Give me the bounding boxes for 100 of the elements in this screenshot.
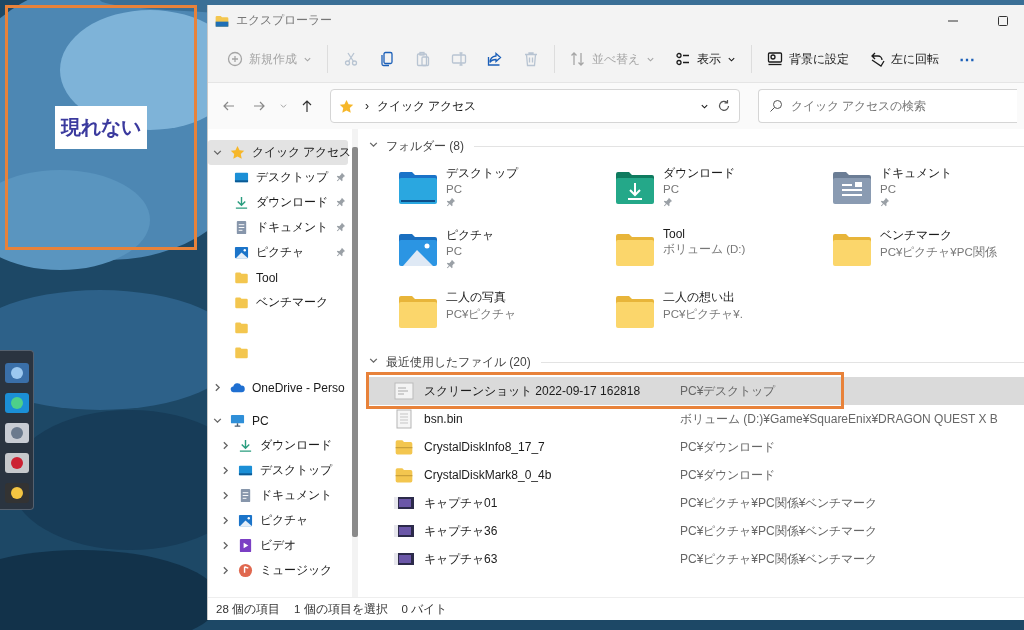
desktop-folder-icon bbox=[398, 171, 438, 205]
app-icon[interactable] bbox=[2, 421, 31, 445]
monitor-icon bbox=[230, 413, 245, 428]
music-icon bbox=[238, 563, 253, 578]
item-count: 28 個の項目 bbox=[216, 601, 280, 617]
trash-icon bbox=[523, 51, 539, 67]
folder-icon bbox=[615, 295, 655, 329]
sidebar-item[interactable]: ミュージック bbox=[208, 558, 348, 583]
folder-name[interactable]: Tool bbox=[663, 227, 746, 241]
sidebar-item[interactable]: ドキュメント bbox=[208, 215, 348, 240]
maximize-icon bbox=[998, 15, 1008, 26]
document-icon bbox=[394, 409, 414, 429]
folder-name[interactable]: 二人の想い出 bbox=[663, 289, 743, 306]
folder-icon bbox=[214, 13, 230, 28]
sidebar-item[interactable]: OneDrive - Perso bbox=[208, 375, 348, 400]
address-path: クイック アクセス bbox=[377, 97, 478, 115]
window-title: エクスプローラー bbox=[236, 12, 333, 29]
file-row[interactable]: キャプチャ36 PC¥ピクチャ¥PC関係¥ベンチマーク bbox=[368, 517, 1024, 545]
sidebar-item[interactable]: ドキュメント bbox=[208, 483, 348, 508]
folder-name[interactable]: デスクトップ bbox=[446, 165, 518, 182]
download-folder-icon bbox=[615, 171, 655, 205]
sidebar-item[interactable]: ダウンロード bbox=[208, 190, 348, 215]
rotate-left-icon bbox=[869, 51, 885, 67]
file-name: スクリーンショット 2022-09-17 162818 bbox=[423, 382, 642, 400]
file-row[interactable]: bsn.bin ボリューム (D:)¥Game¥SquareEnix¥DRAGON QUEST X B bbox=[368, 405, 1024, 433]
address-bar[interactable]: › クイック アクセス bbox=[330, 89, 740, 123]
search-icon bbox=[769, 99, 783, 113]
up-arrow-icon bbox=[300, 99, 314, 113]
folder-location: PC bbox=[446, 183, 463, 195]
folder-name[interactable]: ピクチャ bbox=[446, 227, 494, 244]
scrollbar-thumb[interactable] bbox=[352, 147, 358, 537]
pictures-folder-icon bbox=[398, 233, 438, 267]
pin-icon bbox=[446, 197, 456, 207]
search-field[interactable]: クイック アクセスの検索 bbox=[758, 89, 1017, 123]
star-icon bbox=[230, 145, 245, 160]
folder-icon bbox=[234, 345, 249, 360]
file-row[interactable]: スクリーンショット 2022-09-17 162818 PC¥デスクトップ bbox=[368, 377, 1024, 405]
cloud-icon bbox=[230, 380, 245, 395]
sidebar-item[interactable]: デスクトップ bbox=[208, 165, 348, 190]
rotate-left-button[interactable]: 左に回転 bbox=[860, 42, 948, 76]
sidebar-item[interactable]: Tool bbox=[208, 265, 348, 290]
pin-icon bbox=[336, 196, 346, 207]
sidebar-item[interactable]: ピクチャ bbox=[208, 240, 348, 265]
app-icon[interactable] bbox=[2, 481, 31, 505]
section-header: 最近使用したファイル (20) bbox=[386, 353, 531, 371]
set-background-button[interactable]: 背景に設定 bbox=[758, 42, 858, 76]
selection-count: 1 個の項目を選択 bbox=[294, 601, 388, 617]
folder-name[interactable]: ドキュメント bbox=[880, 165, 952, 182]
sidebar-item[interactable]: PC bbox=[208, 408, 348, 433]
back-arrow-icon bbox=[222, 99, 236, 113]
image-file-icon bbox=[394, 381, 414, 401]
pin-icon bbox=[663, 197, 673, 207]
folder-location: PC¥ピクチャ bbox=[446, 307, 517, 322]
folder-name[interactable]: 二人の写真 bbox=[446, 289, 517, 306]
download-icon bbox=[238, 438, 253, 453]
sidebar-item[interactable]: ビデオ bbox=[208, 533, 348, 558]
clipboard-icon bbox=[415, 51, 431, 67]
file-row[interactable]: キャプチャ63 PC¥ピクチャ¥PC関係¥ベンチマーク bbox=[368, 545, 1024, 573]
breadcrumb-separator: › bbox=[365, 99, 369, 113]
file-row[interactable]: キャプチャ01 PC¥ピクチャ¥PC関係¥ベンチマーク bbox=[368, 489, 1024, 517]
sidebar-item[interactable]: ベンチマーク bbox=[208, 290, 348, 315]
share-icon bbox=[487, 51, 503, 67]
section-header: フォルダー (8) bbox=[386, 137, 464, 155]
folder-icon bbox=[394, 465, 414, 485]
picture-icon bbox=[234, 245, 249, 260]
file-location: PC¥ダウンロード bbox=[680, 466, 777, 484]
sidebar-item[interactable]: ダウンロード bbox=[208, 433, 348, 458]
folder-location: PC bbox=[446, 245, 463, 257]
documents-folder-icon bbox=[832, 171, 872, 205]
file-name: キャプチャ63 bbox=[423, 550, 499, 568]
app-icon[interactable] bbox=[2, 361, 31, 385]
more-button[interactable]: ⋯ bbox=[950, 42, 984, 76]
file-location: PC¥ピクチャ¥PC関係¥ベンチマーク bbox=[680, 550, 879, 568]
view-button[interactable]: 表示 bbox=[666, 42, 745, 76]
pin-icon bbox=[336, 246, 346, 257]
folder-icon bbox=[615, 233, 655, 267]
folder-icon bbox=[398, 295, 438, 329]
refresh-icon[interactable] bbox=[717, 99, 731, 113]
folder-icon bbox=[234, 295, 249, 310]
folder-icon bbox=[234, 320, 249, 335]
file-location: PC¥デスクトップ bbox=[680, 382, 777, 400]
sidebar-item[interactable]: ピクチャ bbox=[208, 508, 348, 533]
document-icon bbox=[238, 488, 253, 503]
list-view-icon bbox=[675, 51, 691, 67]
file-row[interactable]: CrystalDiskMark8_0_4b PC¥ダウンロード bbox=[368, 461, 1024, 489]
copy-icon bbox=[379, 51, 395, 67]
file-row[interactable]: CrystalDiskInfo8_17_7 PC¥ダウンロード bbox=[368, 433, 1024, 461]
folder-location: PC¥ピクチャ¥PC関係 bbox=[880, 245, 997, 260]
file-name: キャプチャ01 bbox=[423, 494, 499, 512]
app-icon[interactable] bbox=[2, 451, 31, 475]
annotation-label: 現れない bbox=[55, 106, 147, 149]
pin-icon bbox=[336, 171, 346, 182]
folder-name[interactable]: ダウンロード bbox=[663, 165, 735, 182]
app-icon[interactable] bbox=[2, 391, 31, 415]
folder-name[interactable]: ベンチマーク bbox=[880, 227, 997, 244]
sidebar-item[interactable]: クイック アクセス bbox=[208, 140, 348, 165]
sort-icon bbox=[570, 51, 586, 67]
desktop-icon bbox=[238, 463, 253, 478]
sidebar-item[interactable]: デスクトップ bbox=[208, 458, 348, 483]
picture-icon bbox=[238, 513, 253, 528]
